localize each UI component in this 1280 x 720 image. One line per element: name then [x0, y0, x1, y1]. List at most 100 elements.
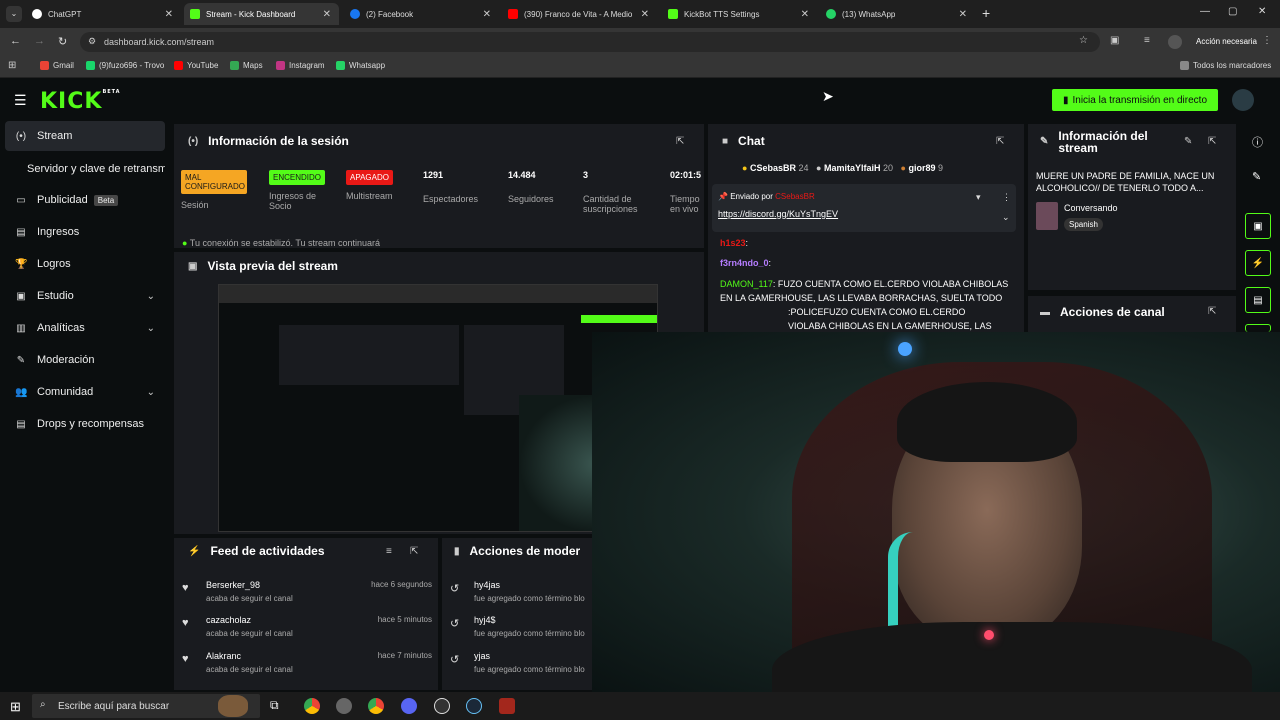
stat-subscriptions: 3 Cantidad de suscripciones — [583, 170, 638, 214]
moderation-actions-panel: ▮ Acciones de moder ↺ hy4jas fue agregado c… — [442, 538, 592, 690]
popout-icon[interactable]: ⇱ — [1208, 306, 1216, 317]
apps-icon[interactable]: ⊞ — [8, 60, 16, 71]
new-tab-button[interactable]: + — [982, 5, 990, 21]
tab-chatgpt[interactable]: ChatGPT ✕ — [26, 3, 181, 25]
bookmark-youtube[interactable]: YouTube — [174, 61, 218, 70]
minimize-icon[interactable]: — — [1200, 6, 1210, 17]
maps-icon — [230, 61, 239, 70]
chat-message: f3rn4ndo_0: — [720, 258, 772, 268]
tab-kick-dashboard[interactable]: Stream - Kick Dashboard ✕ — [184, 3, 339, 25]
pinned-message[interactable]: 📌 Enviado por CSebasBR https://discord.g… — [712, 184, 1016, 232]
pinned-link[interactable]: https://discord.gg/KuYsTngEV — [718, 209, 838, 219]
back-icon[interactable]: ← — [10, 35, 21, 47]
user-avatar[interactable] — [1232, 89, 1254, 111]
drops-icon: ▤ — [16, 418, 26, 430]
popout-icon[interactable]: ⇱ — [410, 546, 418, 557]
category-name: Conversando — [1064, 203, 1118, 213]
browser-tab-bar: ⌄ ChatGPT ✕ Stream - Kick Dashboard ✕ (2) … — [0, 0, 1280, 28]
lightning-icon[interactable]: ⚡ — [1245, 250, 1271, 276]
all-bookmarks[interactable]: Todos los marcadores — [1180, 61, 1271, 70]
lightning-icon: ⚡ — [188, 545, 201, 557]
chrome-icon[interactable] — [368, 698, 384, 714]
chevron-down-icon[interactable]: ⌄ — [1002, 212, 1010, 223]
panel-title: ▮ Acciones de moder — [454, 544, 581, 558]
hamburger-icon[interactable]: ☰ — [14, 92, 27, 109]
profile-avatar[interactable] — [1168, 35, 1182, 49]
list-item: ♥ Alakranc acaba de seguir el canal hace 7 … — [182, 651, 432, 674]
sidebar-item-stream[interactable]: (•) Stream — [5, 121, 165, 151]
sidebar-item-ingresos[interactable]: ▤ Ingresos — [5, 217, 165, 247]
wrench-icon: ✎ — [1040, 136, 1049, 147]
chrome-icon[interactable] — [304, 698, 320, 714]
close-window-icon[interactable]: ✕ — [1258, 6, 1266, 17]
close-icon[interactable]: ✕ — [641, 9, 649, 20]
sidebar-item-comunidad[interactable]: 👥 Comunidad ⌄ — [5, 377, 165, 407]
task-view-icon[interactable]: ⧉ — [270, 698, 279, 713]
popout-icon[interactable]: ⇱ — [996, 136, 1004, 147]
media-icon[interactable]: ≡ — [1144, 35, 1150, 46]
menu-icon[interactable]: ⋮ — [1262, 35, 1272, 46]
discord-icon[interactable] — [401, 698, 417, 714]
chatgpt-icon — [32, 9, 42, 19]
tab-youtube[interactable]: (390) Franco de Vita - A Medio ✕ — [502, 3, 657, 25]
close-icon[interactable]: ✕ — [801, 9, 809, 20]
more-icon[interactable]: ⋮ — [1002, 192, 1011, 203]
bookmark-instagram[interactable]: Instagram — [276, 61, 325, 70]
revenue-icon: ▤ — [16, 226, 26, 238]
pin-icon[interactable]: ▾ — [976, 192, 981, 203]
popout-icon[interactable]: ⇱ — [676, 136, 684, 147]
shield-icon: ▮ — [454, 545, 460, 557]
fullscreen-icon[interactable]: ▣ — [1245, 213, 1271, 239]
list-item: ↺ hy4jas fue agregado como término blo — [450, 580, 585, 603]
sidebar-item-publicidad[interactable]: ▭ Publicidad Beta — [5, 185, 165, 215]
more-tools-icon[interactable] — [1245, 324, 1271, 332]
gift-icon: ● — [900, 163, 906, 173]
info-icon[interactable]: ⓘ — [1252, 134, 1263, 150]
close-icon[interactable]: ✕ — [165, 9, 173, 20]
edit-icon[interactable]: ✎ — [1252, 170, 1261, 183]
windows-start-icon[interactable]: ⊞ — [10, 699, 21, 715]
sidebar-item-server-key[interactable]: Servidor y clave de retransmisión — [5, 154, 165, 184]
star-icon[interactable]: ☆ — [1079, 35, 1088, 46]
clipboard-icon[interactable]: ▤ — [1245, 287, 1271, 313]
extensions-icon[interactable]: ▣ — [1110, 35, 1119, 46]
bookmark-whatsapp[interactable]: Whatsapp — [336, 61, 385, 70]
reload-icon[interactable]: ↻ — [58, 35, 67, 48]
sidebar-item-logros[interactable]: 🏆 Logros — [5, 249, 165, 279]
go-live-button[interactable]: ▮ Inicia la transmisión en directo — [1052, 89, 1218, 111]
close-icon[interactable]: ✕ — [959, 9, 967, 20]
forward-icon[interactable]: → — [34, 35, 45, 47]
tab-search-icon[interactable]: ⌄ — [6, 6, 22, 22]
bookmark-gmail[interactable]: Gmail — [40, 61, 74, 70]
taskbar-search-input[interactable]: ⌕ Escribe aquí para buscar — [32, 694, 260, 718]
bookmark-trovo[interactable]: (9)fuzo696 - Trovo — [86, 61, 164, 70]
obs-icon[interactable] — [434, 698, 450, 714]
app-icon[interactable] — [336, 698, 352, 714]
filter-icon[interactable]: ≡ — [386, 546, 392, 557]
edit-icon[interactable]: ✎ — [1184, 136, 1192, 147]
top-gifters: ● CSebasBR 24 ● MamitaYlfaiH 20 ● gior89… — [742, 163, 944, 173]
tab-kickbot[interactable]: KickBot TTS Settings ✕ — [662, 3, 817, 25]
tab-whatsapp[interactable]: (13) WhatsApp ✕ — [820, 3, 975, 25]
kick-logo[interactable]: KICKBETA — [40, 89, 121, 114]
preview-nested-golive — [581, 315, 657, 323]
action-needed-button[interactable]: Acción necesaria — [1190, 33, 1263, 51]
bookmark-maps[interactable]: Maps — [230, 61, 263, 70]
dota-icon[interactable] — [499, 698, 515, 714]
gmail-icon — [40, 61, 49, 70]
sidebar-item-drops[interactable]: ▤ Drops y recompensas — [5, 409, 165, 439]
list-item: ♥ Berserker_98 acaba de seguir el canal hac… — [182, 580, 432, 603]
close-icon[interactable]: ✕ — [323, 9, 331, 20]
sidebar-item-analiticas[interactable]: ▥ Analíticas ⌄ — [5, 313, 165, 343]
site-info-icon[interactable]: ⚙ — [88, 36, 96, 47]
gift-icon: ● — [816, 163, 822, 173]
maximize-icon[interactable]: ▢ — [1228, 6, 1237, 17]
tab-facebook[interactable]: (2) Facebook ✕ — [344, 3, 499, 25]
sidebar-item-estudio[interactable]: ▣ Estudio ⌄ — [5, 281, 165, 311]
popout-icon[interactable]: ⇱ — [1208, 136, 1216, 147]
close-icon[interactable]: ✕ — [483, 9, 491, 20]
url-input[interactable]: ⚙ dashboard.kick.com/stream ☆ — [80, 32, 1100, 52]
sidebar-item-moderacion[interactable]: ✎ Moderación — [5, 345, 165, 375]
steam-icon[interactable] — [466, 698, 482, 714]
whatsapp-icon — [826, 9, 836, 19]
